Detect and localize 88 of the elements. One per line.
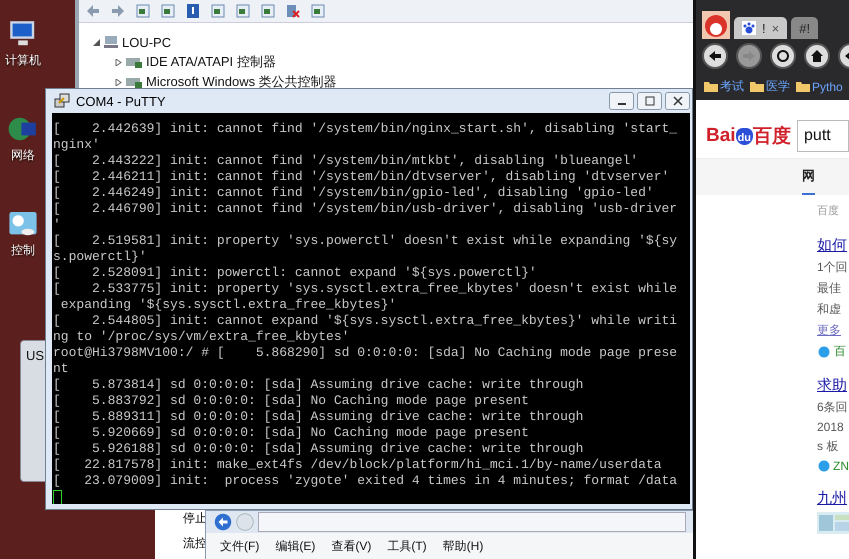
- back-button[interactable]: [702, 43, 728, 69]
- terminal-line: [ 2.544805] init: cannot expand '${sys.sysctl.extra_free_kbytes}' while writi: [53, 313, 678, 329]
- avatar-icon[interactable]: [702, 11, 730, 39]
- result-title-link[interactable]: 如何: [817, 236, 849, 255]
- terminal-line: nt: [53, 361, 69, 377]
- terminal-line: [ 23.079009] init: process 'zygote' exited 4 times in 4 minutes; format /data: [53, 473, 678, 489]
- terminal-line: [ 2.442639] init: cannot find '/system/bin/nginx_start.sh', disabling 'start_: [53, 121, 678, 137]
- window-icon[interactable]: [210, 3, 226, 19]
- minimize-icon: [618, 103, 626, 105]
- window-title: COM4 - PuTTY: [76, 94, 166, 108]
- bookmark-link[interactable]: 医学: [766, 78, 790, 95]
- paw-icon: [742, 21, 756, 35]
- terminal-line: [ 2.443222] init: cannot find '/system/bin/mtkbt', disabling 'blueangel': [53, 153, 638, 169]
- terminal-line: [ 2.446211] init: cannot find '/system/bin/dtvserver', disabling 'dtvserver': [53, 169, 670, 185]
- more-link[interactable]: 更多: [817, 322, 849, 339]
- folder-icon: [704, 81, 718, 92]
- bookmark-link[interactable]: 考试: [720, 78, 744, 95]
- terminal-line: [ 5.926188] sd 0:0:0:0: [sda] Assuming drive cache: write through: [53, 441, 584, 457]
- result-snippet: 6条回: [817, 399, 849, 416]
- browser-tab[interactable]: ! ×: [734, 17, 788, 39]
- menu-item[interactable]: 帮助(H): [442, 538, 484, 554]
- close-button[interactable]: [665, 92, 690, 110]
- left-arrow-icon: [708, 49, 722, 63]
- right-arrow-icon: [742, 49, 756, 63]
- terminal-line: ': [53, 217, 61, 233]
- terminal-line: ng to '/proc/sys/vm/extra_free_kbytes': [53, 329, 350, 345]
- terminal-line: [ 2.446790] init: cannot find '/system/bin/usb-driver', disabling 'usb-driver: [53, 201, 678, 217]
- search-tab[interactable]: 网: [802, 159, 815, 195]
- remove-device-icon[interactable]: [285, 3, 301, 19]
- maximize-button[interactable]: [637, 92, 662, 110]
- result-title-link[interactable]: 九州: [817, 489, 849, 508]
- tree-item[interactable]: Microsoft Windows 类公共控制器: [146, 73, 337, 91]
- desktop-icon-label[interactable]: 控制: [11, 242, 35, 259]
- folder-icon: [750, 81, 764, 92]
- help-icon[interactable]: [185, 3, 201, 19]
- terminal-line: [ 22.817578] init: make_ext4fs /dev/block/platform/hi_mci.1/by-name/userdata: [53, 457, 662, 473]
- terminal-line: expanding '${sys.sysctl.extra_free_kbytes}': [60, 297, 396, 313]
- tree-item[interactable]: IDE ATA/ATAPI 控制器: [146, 53, 276, 71]
- terminal-line: [ 5.920669] sd 0:0:0:0: [sda] No Caching mode page present: [53, 425, 529, 441]
- maximize-icon: [644, 96, 654, 106]
- terminal-line: s.powerctl}': [53, 249, 147, 265]
- result-snippet: 和虚: [817, 301, 842, 318]
- terminal-line: [ 5.889311] sd 0:0:0:0: [sda] Assuming drive cache: write through: [53, 409, 584, 425]
- menu-item[interactable]: 查看(V): [331, 538, 372, 554]
- refresh-button[interactable]: [770, 43, 796, 69]
- result-source[interactable]: 百: [834, 343, 846, 360]
- tree-item[interactable]: LOU-PC: [122, 34, 172, 50]
- expand-toggle-icon[interactable]: [115, 78, 122, 86]
- terminal-line: [ 5.873814] sd 0:0:0:0: [sda] Assuming drive cache: write through: [53, 377, 584, 393]
- baidu-logo[interactable]: Bai du 百度: [706, 123, 792, 149]
- source-icon: [817, 460, 830, 472]
- expand-toggle-icon[interactable]: [115, 58, 122, 66]
- result-snippet: 1个回: [817, 259, 849, 276]
- minimize-button[interactable]: [609, 92, 634, 110]
- window-icon[interactable]: [135, 3, 151, 19]
- search-field[interactable]: putt: [797, 120, 849, 152]
- browser-tab[interactable]: #!: [791, 17, 818, 39]
- window-title: US: [26, 348, 44, 363]
- terminal-line: [ 2.519581] init: property 'sys.powerctl' doesn't exist while expanding '${sy: [53, 233, 678, 249]
- source-icon: [817, 346, 831, 358]
- field-label: 停止: [183, 510, 208, 527]
- computer-icon: [103, 34, 119, 50]
- desktop-icon-label[interactable]: 计算机: [5, 52, 41, 69]
- terminal-line: [ 2.446249] init: cannot find '/system/bin/gpio-led', disabling 'gpio-led': [53, 185, 654, 201]
- terminal-line: nginx': [53, 137, 100, 153]
- desktop-icon-label[interactable]: 网络: [11, 147, 35, 164]
- close-icon: [672, 96, 682, 106]
- menu-item[interactable]: 编辑(E): [275, 538, 316, 554]
- result-snippet: s 板: [817, 438, 840, 455]
- terminal-line: root@Hi3798MV100:/ # [ 5.868290] sd 0:0:0:0: [sda] No Caching mode page prese: [53, 345, 678, 361]
- bookmark-link[interactable]: Pytho: [812, 80, 843, 94]
- result-count: 百度: [817, 204, 840, 218]
- result-snippet: 2018: [817, 420, 845, 434]
- menu-item[interactable]: 工具(T): [387, 538, 427, 554]
- terminal-line: [ 2.528091] init: powerctl: cannot expand '${sys.powerctl}': [53, 265, 537, 281]
- back-button-icon[interactable]: [214, 513, 232, 531]
- terminal-line: [ 2.533775] init: property 'sys.sysctl.extra_free_kbytes' doesn't exist while: [53, 281, 678, 297]
- menu-item[interactable]: 文件(F): [220, 538, 260, 554]
- folder-icon: [796, 81, 810, 92]
- result-snippet: 最佳: [817, 280, 842, 297]
- home-button[interactable]: [804, 43, 830, 69]
- refresh-icon: [776, 49, 790, 63]
- expand-toggle-icon[interactable]: [93, 38, 100, 46]
- result-title-link[interactable]: 求助: [817, 376, 849, 395]
- terminal-line: [ 5.883792] sd 0:0:0:0: [sda] No Caching mode page present: [53, 393, 529, 409]
- home-icon: [810, 49, 824, 63]
- terminal-icon: [54, 93, 70, 109]
- result-source[interactable]: ZN: [833, 459, 849, 473]
